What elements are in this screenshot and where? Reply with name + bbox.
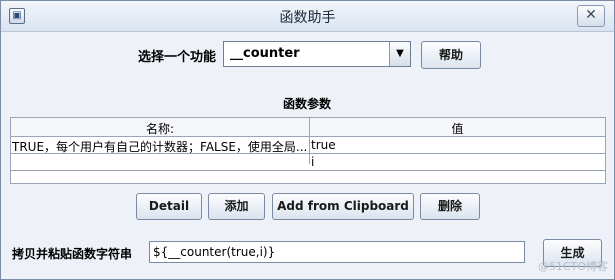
function-select[interactable]: __counter ▼	[223, 41, 411, 67]
output-label: 拷贝并粘贴函数字符串	[12, 247, 133, 261]
param-value-cell[interactable]: true	[311, 138, 604, 152]
title-bar: ▣ 函数助手 ✕	[1, 1, 614, 32]
table-row[interactable]: i	[11, 154, 605, 171]
detail-button[interactable]: Detail	[136, 193, 202, 220]
function-select-label: 选择一个功能	[138, 50, 217, 65]
function-select-value: __counter	[230, 46, 300, 61]
window-title: 函数助手	[279, 10, 336, 26]
column-header-value: 值	[451, 122, 464, 136]
dialog-content: 选择一个功能 __counter ▼ 帮助 函数参数 名称: 值 TRUE，每个…	[9, 33, 606, 273]
param-value-cell[interactable]: i	[311, 155, 604, 169]
function-string-value[interactable]: ${__counter(true,i)}	[153, 245, 275, 259]
function-helper-dialog: ▣ 函数助手 ✕ 选择一个功能 __counter ▼ 帮助 函数参数 名称: …	[0, 0, 615, 280]
table-header: 名称: 值	[11, 118, 605, 137]
close-button[interactable]: ✕	[577, 5, 605, 27]
function-string-field[interactable]: ${__counter(true,i)}	[149, 241, 525, 263]
param-name-cell[interactable]: TRUE，每个用户有自己的计数器；FALSE，使用全局...	[12, 138, 308, 155]
help-button[interactable]: 帮助	[421, 41, 481, 69]
params-table: 名称: 值 TRUE，每个用户有自己的计数器；FALSE，使用全局... tru…	[10, 117, 606, 184]
add-from-clipboard-button[interactable]: Add from Clipboard	[272, 193, 414, 220]
watermark: @51CTO博客	[537, 260, 608, 273]
chevron-down-icon[interactable]: ▼	[389, 42, 410, 66]
table-row[interactable]: TRUE，每个用户有自己的计数器；FALSE，使用全局... true	[11, 137, 605, 154]
delete-button[interactable]: 删除	[420, 193, 480, 220]
params-heading: 函数参数	[282, 97, 331, 111]
add-button[interactable]: 添加	[208, 193, 265, 220]
column-header-name: 名称:	[145, 122, 175, 136]
